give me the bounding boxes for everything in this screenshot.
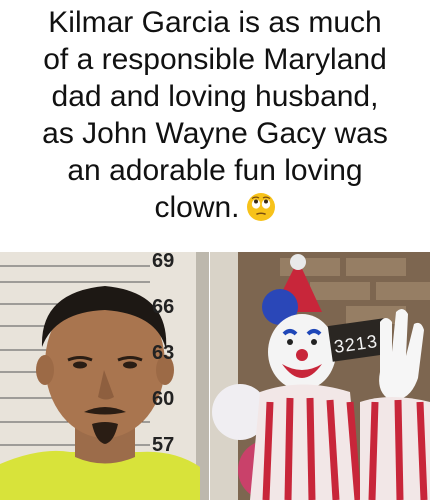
caption-line-2: of a responsible Maryland [43, 43, 387, 76]
mugshot-illustration [0, 252, 209, 500]
caption-line-4: as John Wayne Gacy was [42, 117, 388, 150]
height-chart-label: 57 [152, 434, 175, 456]
caption-line-6: clown. [0, 189, 430, 226]
caption-line-3: dad and loving husband, [51, 80, 379, 113]
mugshot-photo: 69 66 63 60 57 [0, 252, 209, 500]
clown-illustration [210, 252, 430, 500]
height-chart-label: 66 [152, 296, 175, 318]
height-chart-label: 63 [152, 342, 175, 364]
meme-caption: Kilmar Garcia is as much of a responsibl… [0, 4, 430, 226]
face-with-rolling-eyes-icon [246, 192, 276, 222]
height-chart-label: 69 [152, 252, 175, 272]
height-chart-label: 60 [152, 388, 175, 410]
caption-line-1: Kilmar Garcia is as much [48, 6, 382, 39]
photo-collage: 69 66 63 60 57 3213 [0, 252, 430, 500]
caption-line-6-text: clown. [154, 191, 240, 224]
clown-photo: 3213 [210, 252, 430, 500]
caption-line-5: an adorable fun loving [67, 154, 363, 187]
